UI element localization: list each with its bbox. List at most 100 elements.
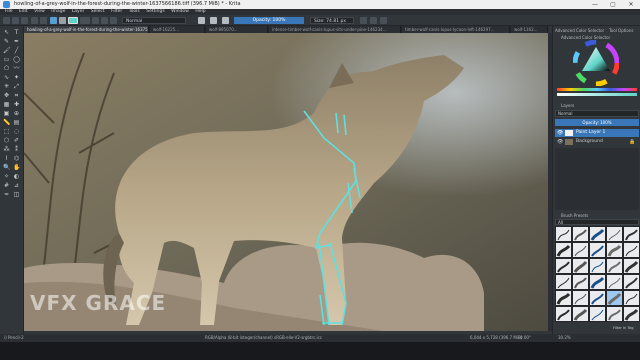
brush-preset-21[interactable] — [555, 290, 572, 306]
tab-wolf-3[interactable]: wolf-1162... — [511, 26, 548, 33]
brush-preset-8[interactable] — [589, 242, 606, 258]
brush-preset-6[interactable] — [555, 242, 572, 258]
brush-preset-9[interactable] — [606, 242, 623, 258]
brush-preset-15[interactable] — [623, 258, 640, 274]
brush-preset-11[interactable] — [555, 258, 572, 274]
tab-intense-timber-wolf[interactable]: intense-timber-wolf-canis-lupus-sits-und… — [269, 26, 401, 33]
brush-preset-17[interactable] — [572, 274, 589, 290]
tab-advanced-color-selector[interactable]: Advanced Color Selector — [555, 28, 604, 33]
lazy-brush-tool-icon[interactable]: ≈ — [3, 191, 10, 198]
fill-tool-icon[interactable]: ▣ — [3, 110, 10, 117]
maximize-button[interactable]: ▢ — [604, 0, 622, 9]
measure-tool-icon[interactable]: 📏 — [3, 119, 10, 126]
lock-alpha-icon[interactable] — [222, 17, 229, 24]
polyline-tool-icon[interactable]: 〰 — [13, 65, 20, 72]
lock-icon[interactable]: 🔒 — [629, 138, 635, 146]
transform-tool-icon[interactable]: ⤢ — [13, 83, 20, 90]
brush-preset-icon[interactable] — [92, 17, 99, 24]
perspective-tool-icon[interactable]: ⊿ — [13, 182, 20, 189]
tab-timber-wolf[interactable]: timber-wolf-canis-lupus-lycaon-left-1462… — [402, 26, 510, 33]
dynamic-brush-tool-icon[interactable]: ✦ — [13, 74, 20, 81]
rect-select-tool-icon[interactable]: ⬚ — [3, 128, 10, 135]
brush-preset-22[interactable] — [572, 290, 589, 306]
ellipse-tool-icon[interactable]: ◯ — [13, 56, 20, 63]
brush-editor-icon[interactable] — [101, 17, 108, 24]
gradient-tool-icon[interactable]: ▦ — [3, 101, 10, 108]
brush-tag-select[interactable]: All — [555, 219, 639, 225]
brush-preset-20[interactable] — [623, 274, 640, 290]
brush-preset-24[interactable] — [606, 290, 623, 306]
background-color-swatch[interactable] — [80, 17, 90, 24]
wrap-around-icon[interactable] — [380, 17, 387, 24]
brush-preset-25[interactable] — [623, 290, 640, 306]
brush-preset-16[interactable] — [555, 274, 572, 290]
layer-paint-layer-1[interactable]: 👁 Paint Layer 1 — [555, 129, 639, 137]
zoom-level-label[interactable]: 30.2% — [558, 334, 571, 342]
brush-preset-29[interactable] — [606, 306, 623, 322]
line-tool-icon[interactable]: ╱ — [13, 47, 20, 54]
brush-preset-4[interactable] — [606, 226, 623, 242]
text-tool-icon[interactable]: T — [13, 29, 20, 36]
brush-settings-icon[interactable] — [110, 17, 117, 24]
brush-preset-7[interactable] — [572, 242, 589, 258]
gradient-icon[interactable] — [50, 17, 57, 24]
reference-images-tool-icon[interactable]: ▤ — [13, 119, 20, 126]
preserve-alpha-icon[interactable] — [210, 17, 217, 24]
select-shapes-tool-icon[interactable]: ↖ — [3, 29, 10, 36]
pan-tool-icon[interactable]: ✋ — [13, 164, 20, 171]
brush-preset-5[interactable] — [623, 226, 640, 242]
assistant-tool-icon[interactable]: ⊕ — [13, 110, 20, 117]
brush-preset-18[interactable] — [589, 274, 606, 290]
brush-preset-27[interactable] — [572, 306, 589, 322]
tab-tool-options[interactable]: Tool Options — [609, 28, 633, 33]
freehand-select-tool-icon[interactable]: ✐ — [13, 137, 20, 144]
contiguous-select-tool-icon[interactable]: ⁂ — [3, 146, 10, 153]
calligraphy-tool-icon[interactable]: ✒ — [13, 38, 20, 45]
edit-shapes-tool-icon[interactable]: ✎ — [3, 38, 10, 45]
bezier-select-tool-icon[interactable]: ⌇ — [3, 155, 10, 162]
colorize-mask-tool-icon[interactable]: ◐ — [13, 173, 20, 180]
poly-select-tool-icon[interactable]: ⬡ — [3, 137, 10, 144]
tab-wolf-1[interactable]: wolf-16225... — [150, 26, 205, 33]
pattern-icon[interactable] — [59, 17, 66, 24]
ellipse-select-tool-icon[interactable]: ◌ — [13, 128, 20, 135]
brush-preset-1[interactable] — [555, 226, 572, 242]
grid-tool-icon[interactable]: # — [3, 182, 10, 189]
brush-preset-2[interactable] — [572, 226, 589, 242]
tab-wolf-2[interactable]: wolf-895070... — [206, 26, 268, 33]
zoom-tool-icon[interactable]: 🔍 — [3, 164, 10, 171]
freehand-brush-tool-icon[interactable]: 🖌 — [3, 47, 11, 54]
brush-preset-28[interactable] — [589, 306, 606, 322]
redo-icon[interactable] — [40, 17, 47, 24]
brush-preset-30[interactable] — [623, 306, 640, 322]
brush-preset-23[interactable] — [589, 290, 606, 306]
blend-mode-select[interactable]: Normal — [122, 17, 186, 24]
brush-preset-12[interactable] — [572, 258, 589, 274]
new-document-icon[interactable] — [3, 17, 10, 24]
smart-patch-tool-icon[interactable]: ✧ — [3, 173, 10, 180]
undo-icon[interactable] — [31, 17, 38, 24]
brush-preset-3[interactable] — [589, 226, 606, 242]
foreground-color-swatch[interactable] — [68, 17, 78, 24]
color-wheel[interactable] — [573, 40, 619, 86]
eye-icon[interactable]: 👁 — [557, 129, 563, 137]
size-slider[interactable]: Size: 74.81 px — [310, 17, 354, 24]
brush-preset-10[interactable] — [623, 242, 640, 258]
rectangle-tool-icon[interactable]: ▭ — [3, 56, 10, 63]
move-tool-icon[interactable]: ✥ — [3, 92, 10, 99]
layer-background[interactable]: 👁 Background 🔒 — [555, 138, 639, 146]
close-button[interactable]: ✕ — [622, 0, 640, 9]
tab-howling-wolf[interactable]: howling-of-a-grey-wolf-in-the-forest-dur… — [24, 26, 149, 33]
save-icon[interactable] — [21, 17, 28, 24]
canvas[interactable]: VFX GRACE — [24, 33, 548, 331]
hue-slider[interactable] — [557, 88, 637, 91]
polygon-tool-icon[interactable]: ⬠ — [3, 65, 10, 72]
minimize-button[interactable]: — — [586, 0, 604, 9]
similar-select-tool-icon[interactable]: ⁑ — [13, 146, 20, 153]
brush-preset-13[interactable] — [589, 258, 606, 274]
eye-icon[interactable]: 👁 — [557, 138, 563, 146]
open-document-icon[interactable] — [12, 17, 19, 24]
crop-tool-icon[interactable]: ⌗ — [13, 92, 20, 99]
eraser-mode-icon[interactable] — [198, 17, 205, 24]
mirror-vertical-icon[interactable] — [370, 17, 377, 24]
